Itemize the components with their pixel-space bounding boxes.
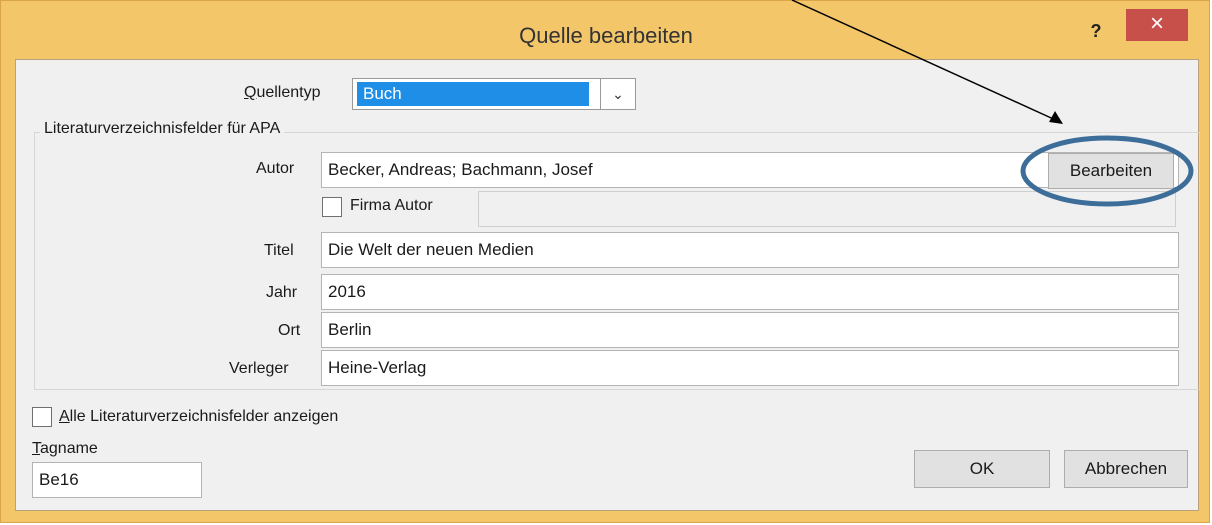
- show-all-fields-checkbox[interactable]: [32, 407, 52, 427]
- title-label: Titel: [264, 242, 294, 259]
- source-type-value: Buch: [357, 82, 589, 106]
- dialog-content: Quellentyp Buch ⌄ Literaturverzeichnisfe…: [15, 59, 1200, 511]
- source-type-label: Quellentyp: [244, 84, 321, 102]
- corporate-author-checkbox[interactable]: [322, 197, 342, 217]
- tag-name-label: Tagname: [32, 440, 98, 458]
- ok-button[interactable]: OK: [914, 450, 1050, 488]
- apa-fields-legend: Literaturverzeichnisfelder für APA: [40, 120, 285, 138]
- place-field[interactable]: Berlin: [321, 312, 1179, 348]
- source-type-label-text: uellentyp: [256, 84, 321, 101]
- chevron-down-icon[interactable]: ⌄: [600, 79, 635, 109]
- corporate-author-label: Firma Autor: [350, 197, 433, 214]
- tag-name-text: agname: [40, 440, 98, 457]
- publisher-field[interactable]: Heine-Verlag: [321, 350, 1179, 386]
- source-type-label-accesskey: Q: [244, 84, 257, 101]
- year-field[interactable]: 2016: [321, 274, 1179, 310]
- corporate-author-field: [478, 191, 1176, 227]
- tag-name-accesskey: T: [32, 440, 40, 457]
- publisher-label: Verleger: [229, 360, 289, 377]
- show-all-fields-text: lle Literaturverzeichnisfelder anzeigen: [69, 408, 339, 425]
- place-label: Ort: [278, 322, 301, 339]
- author-label: Autor: [256, 160, 295, 177]
- year-label: Jahr: [266, 284, 298, 301]
- dialog-title: Quelle bearbeiten: [519, 23, 693, 48]
- cancel-button[interactable]: Abbrechen: [1064, 450, 1188, 488]
- edit-source-dialog: Quelle bearbeiten ? × Quellentyp Buch ⌄ …: [0, 0, 1210, 523]
- source-type-select[interactable]: Buch ⌄: [352, 78, 636, 110]
- show-all-fields-label: Alle Literaturverzeichnisfelder anzeigen: [59, 408, 338, 426]
- close-button[interactable]: ×: [1126, 9, 1188, 41]
- edit-author-button[interactable]: Bearbeiten: [1048, 153, 1174, 189]
- help-button[interactable]: ?: [1081, 17, 1111, 45]
- show-all-fields-accesskey: A: [59, 408, 70, 425]
- tag-name-field[interactable]: Be16: [32, 462, 202, 498]
- title-field[interactable]: Die Welt der neuen Medien: [321, 232, 1179, 268]
